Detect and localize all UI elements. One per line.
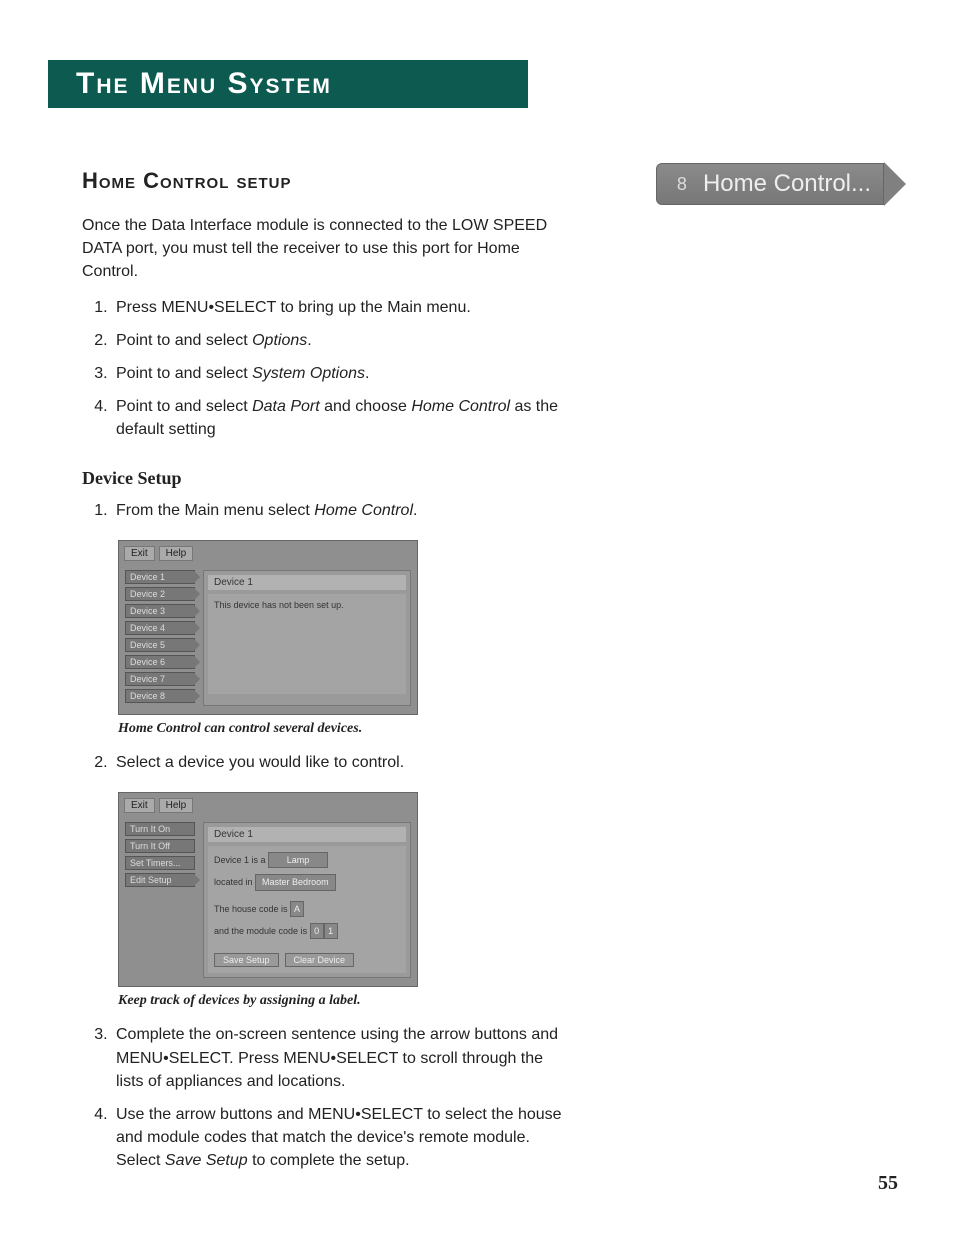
step-item: Select a device you would like to contro… <box>112 751 562 774</box>
chapter-banner: The Menu System <box>48 60 528 108</box>
module-code-field[interactable]: 1 <box>324 923 338 939</box>
device-type-field[interactable]: Lamp <box>268 852 328 868</box>
step-item: Point to and select Options. <box>112 329 562 352</box>
ui-toolbar: Exit Help <box>119 541 417 566</box>
step-item: Point to and select Data Port and choose… <box>112 395 562 441</box>
sidebar-item-edit-setup[interactable]: Edit Setup <box>125 873 195 887</box>
help-button[interactable]: Help <box>159 546 194 561</box>
step-item: Press MENU•SELECT to bring up the Main m… <box>112 296 562 319</box>
label-text: and the module code is <box>214 926 307 936</box>
action-sidebar: Turn It On Turn It Off Set Timers... Edi… <box>125 822 195 979</box>
label-text: The house code is <box>214 904 288 914</box>
exit-button[interactable]: Exit <box>124 798 155 813</box>
screenshot-device-list: Exit Help Device 1 Device 2 Device 3 Dev… <box>118 540 418 715</box>
sidebar-item-device[interactable]: Device 6 <box>125 655 195 669</box>
step-em: Options <box>252 332 307 349</box>
sidebar-item-turn-on[interactable]: Turn It On <box>125 822 195 836</box>
step-em: Home Control <box>411 398 510 415</box>
device-setup-steps-final: Complete the on-screen sentence using th… <box>82 1023 562 1172</box>
sidebar-item-device[interactable]: Device 8 <box>125 689 195 703</box>
step-text: . <box>413 502 417 519</box>
sidebar-item-device[interactable]: Device 2 <box>125 587 195 601</box>
sidebar-item-turn-off[interactable]: Turn It Off <box>125 839 195 853</box>
panel-body: Device 1 is a Lamp located in Master Bed… <box>208 846 406 974</box>
help-button[interactable]: Help <box>159 798 194 813</box>
menu-pill-label: Home Control... <box>703 170 871 198</box>
sidebar-item-device[interactable]: Device 4 <box>125 621 195 635</box>
house-code-field[interactable]: A <box>290 901 304 917</box>
module-code-field[interactable]: 0 <box>310 923 324 939</box>
page-number: 55 <box>878 1172 898 1195</box>
label-text: Device 1 is a <box>214 855 266 865</box>
step-text: . <box>365 365 369 382</box>
step-text: Point to and select <box>116 365 252 382</box>
panel-header: Device 1 <box>208 827 406 842</box>
device-setup-steps-cont: Select a device you would like to contro… <box>82 751 562 774</box>
ui-main-panel: Device 1 Device 1 is a Lamp located in M… <box>203 822 411 979</box>
step-text: From the Main menu select <box>116 502 314 519</box>
device-sidebar: Device 1 Device 2 Device 3 Device 4 Devi… <box>125 570 195 706</box>
panel-body: This device has not been set up. <box>208 594 406 694</box>
step-em: Home Control <box>314 502 413 519</box>
menu-number-icon: 8 <box>671 173 693 195</box>
screenshot-device-edit: Exit Help Turn It On Turn It Off Set Tim… <box>118 792 418 988</box>
chapter-title: The Menu System <box>76 67 332 101</box>
screenshot-caption: Keep track of devices by assigning a lab… <box>118 993 562 1009</box>
page-content: Home Control setup Once the Data Interfa… <box>82 168 562 1191</box>
ui-main-panel: Device 1 This device has not been set up… <box>203 570 411 706</box>
step-text: to complete the setup. <box>248 1152 410 1169</box>
sidebar-item-set-timers[interactable]: Set Timers... <box>125 856 195 870</box>
step-text: . <box>307 332 311 349</box>
step-text: Point to and select <box>116 332 252 349</box>
ui-toolbar: Exit Help <box>119 793 417 818</box>
device-setup-heading: Device Setup <box>82 468 562 489</box>
step-item: Use the arrow buttons and MENU•SELECT to… <box>112 1103 562 1173</box>
step-text: Press MENU•SELECT to bring up the Main m… <box>116 299 471 316</box>
sidebar-item-device[interactable]: Device 1 <box>125 570 195 584</box>
ui-body: Turn It On Turn It Off Set Timers... Edi… <box>119 818 417 987</box>
step-text: and choose <box>320 398 412 415</box>
panel-header: Device 1 <box>208 575 406 590</box>
intro-paragraph: Once the Data Interface module is connec… <box>82 214 562 284</box>
label-text: located in <box>214 877 253 887</box>
step-item: Point to and select System Options. <box>112 362 562 385</box>
exit-button[interactable]: Exit <box>124 546 155 561</box>
step-item: Complete the on-screen sentence using th… <box>112 1023 562 1093</box>
sidebar-item-device[interactable]: Device 5 <box>125 638 195 652</box>
setup-steps: Press MENU•SELECT to bring up the Main m… <box>82 296 562 442</box>
step-text: Point to and select <box>116 398 252 415</box>
step-em: System Options <box>252 365 365 382</box>
step-em: Data Port <box>252 398 320 415</box>
ui-body: Device 1 Device 2 Device 3 Device 4 Devi… <box>119 566 417 714</box>
screenshot-caption: Home Control can control several devices… <box>118 721 562 737</box>
sidebar-item-device[interactable]: Device 7 <box>125 672 195 686</box>
location-field[interactable]: Master Bedroom <box>255 874 336 890</box>
clear-device-button[interactable]: Clear Device <box>285 953 355 967</box>
home-control-menu-pill: 8 Home Control... <box>656 162 906 206</box>
step-item: From the Main menu select Home Control. <box>112 499 562 522</box>
save-setup-button[interactable]: Save Setup <box>214 953 279 967</box>
chevron-right-icon <box>884 162 906 206</box>
device-setup-steps: From the Main menu select Home Control. <box>82 499 562 522</box>
step-em: Save Setup <box>165 1152 248 1169</box>
sidebar-item-device[interactable]: Device 3 <box>125 604 195 618</box>
section-title: Home Control setup <box>82 168 562 194</box>
menu-pill-body: 8 Home Control... <box>656 163 884 205</box>
